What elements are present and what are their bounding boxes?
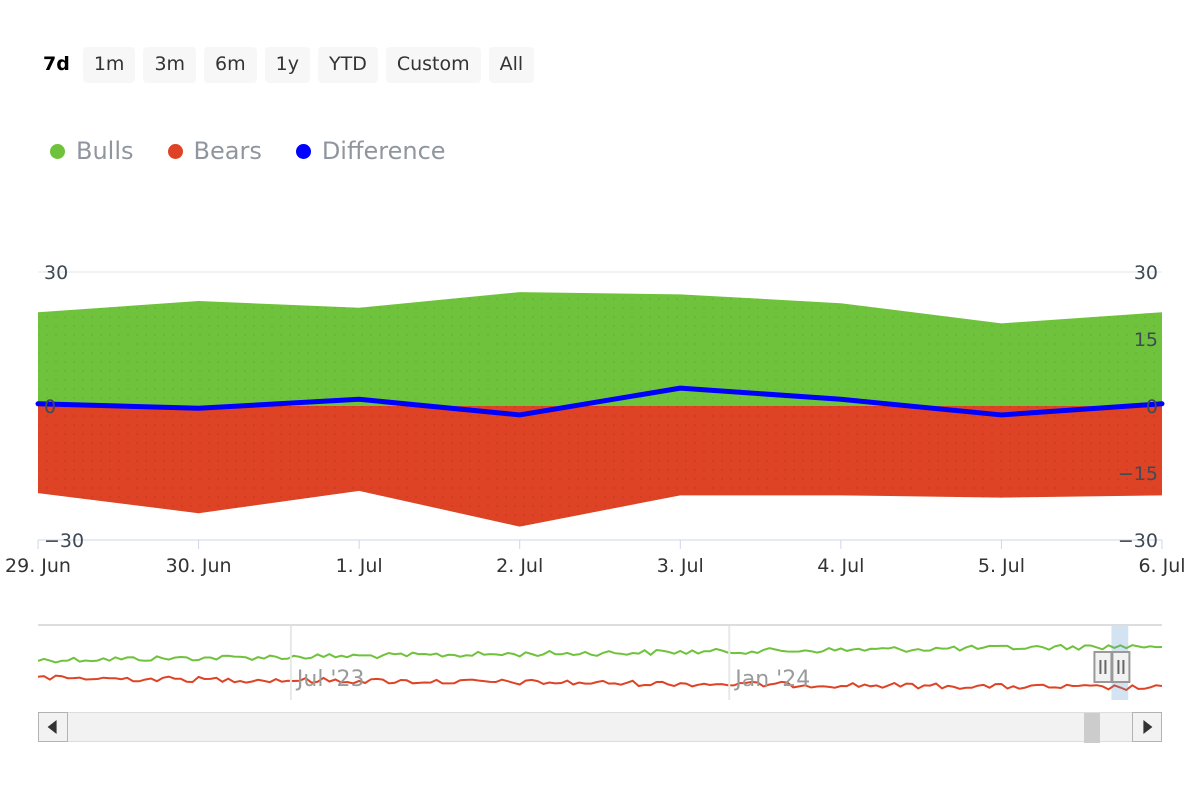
x-axis-label: 3. Jul	[657, 555, 704, 577]
triangle-right-icon	[1143, 720, 1153, 734]
x-axis-label: 1. Jul	[336, 555, 383, 577]
range-selector: 7d 1m 3m 6m 1y YTD Custom All	[38, 45, 535, 85]
legend-label: Bears	[193, 137, 262, 165]
navigator-handle-left[interactable]	[1093, 651, 1113, 683]
x-axis-label: 2. Jul	[496, 555, 543, 577]
navigator-handle-right[interactable]	[1111, 651, 1131, 683]
range-button-7d[interactable]: 7d	[38, 47, 75, 83]
legend-label: Difference	[321, 137, 446, 165]
scrollbar-track[interactable]	[68, 712, 1132, 743]
series-area-bulls	[38, 292, 1162, 406]
legend-dot-icon	[295, 143, 311, 159]
range-button-1y[interactable]: 1y	[264, 47, 310, 83]
legend-dot-icon	[50, 143, 65, 159]
y-axis-right-label: −30	[1118, 530, 1158, 552]
range-button-6m[interactable]: 6m	[204, 47, 257, 83]
legend-item-difference[interactable]: Difference	[295, 137, 446, 165]
chart-navigator[interactable]: Jul '23 Jan '24	[38, 624, 1162, 702]
y-axis-left-label: −30	[44, 530, 84, 552]
range-button-1m[interactable]: 1m	[82, 47, 136, 83]
series-line-difference	[35, 385, 1165, 418]
range-button-ytd[interactable]: YTD	[318, 47, 378, 83]
y-axis-right-label: 30	[1134, 262, 1158, 284]
scroll-right-button[interactable]	[1132, 712, 1162, 742]
triangle-left-icon	[47, 720, 57, 734]
navigator-date-label: Jan '24	[733, 667, 810, 692]
series-area-bears	[38, 406, 1162, 527]
range-button-all[interactable]: All	[488, 47, 535, 83]
chart-scrollbar[interactable]	[38, 712, 1162, 743]
chart-legend: Bulls Bears Difference	[50, 131, 446, 171]
legend-item-bulls[interactable]: Bulls	[50, 137, 134, 165]
navigator-date-label: Jul '23	[295, 667, 365, 692]
scroll-left-button[interactable]	[38, 712, 68, 742]
y-axis-right-label: 15	[1134, 329, 1158, 351]
y-axis-right-label: 0	[1146, 396, 1158, 418]
x-axis-label: 5. Jul	[978, 555, 1025, 577]
range-button-custom[interactable]: Custom	[385, 47, 481, 83]
x-axis-label: 4. Jul	[817, 555, 864, 577]
main-chart: 30 0 −30 30 15 0 −15 −30 29. Jun 30. Jun 1. Jul 2. …	[0, 0, 1200, 600]
scrollbar-thumb[interactable]	[1084, 713, 1101, 743]
navigator-series-bulls	[38, 643, 1162, 664]
y-axis-left-label: 0	[44, 396, 56, 418]
x-axis-label: 30. Jun	[166, 555, 232, 577]
legend-dot-icon	[167, 143, 183, 159]
range-button-3m[interactable]: 3m	[143, 47, 197, 83]
navigator-series-bears	[38, 674, 1162, 692]
y-axis-right-label: −15	[1118, 463, 1158, 485]
x-axis-label: 6. Jul	[1138, 555, 1185, 577]
legend-item-bears[interactable]: Bears	[167, 137, 262, 165]
legend-label: Bulls	[76, 137, 134, 165]
y-axis-left-label: 30	[44, 262, 68, 284]
x-axis-label: 29. Jun	[5, 555, 71, 577]
